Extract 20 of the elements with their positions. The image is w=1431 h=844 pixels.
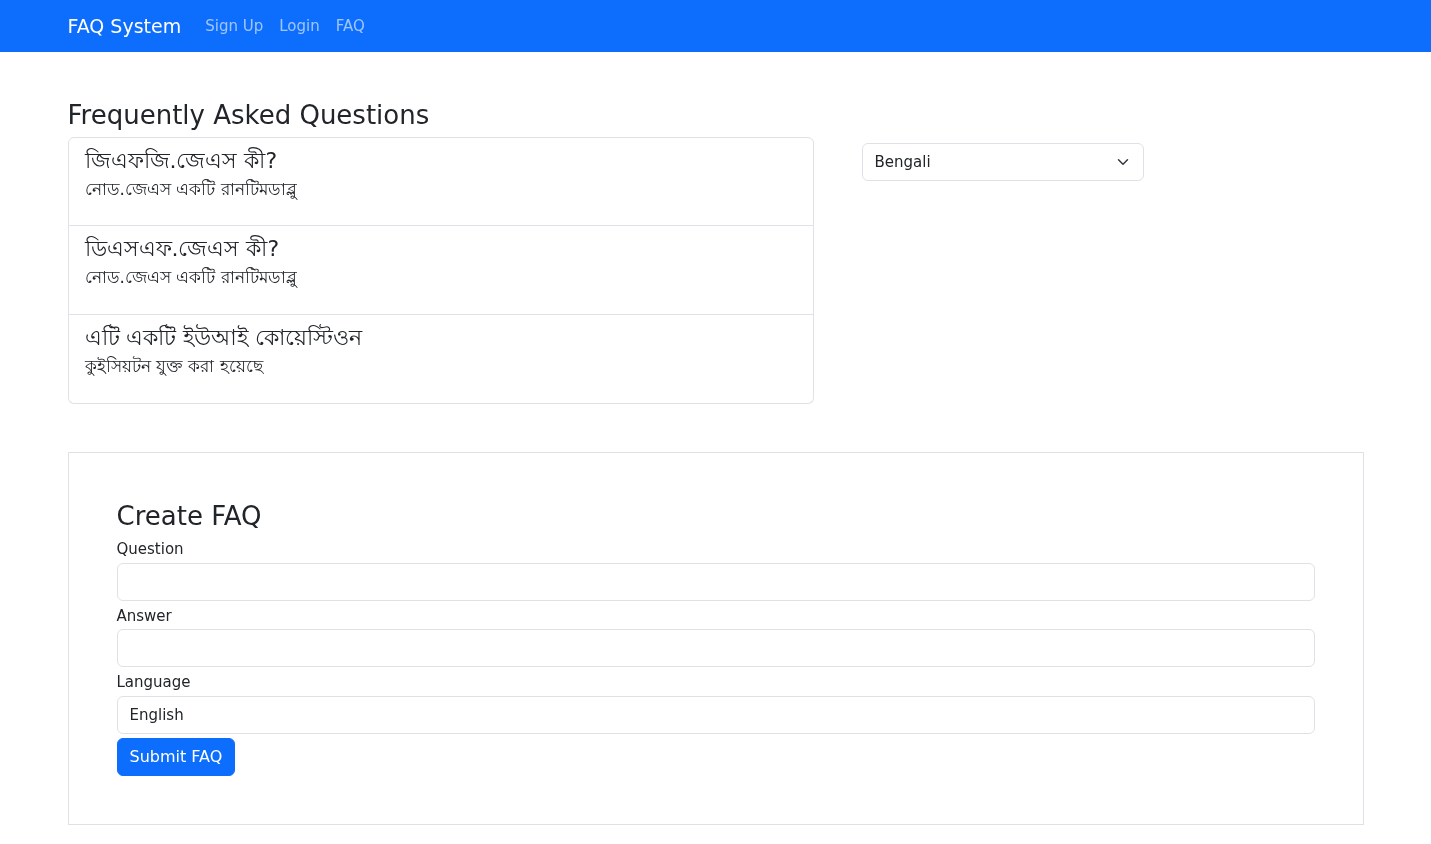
field-label: Question [116,539,185,561]
faq-question: এটি একটি ইউআই কোয়েস্টিওন [84,323,364,353]
faq-question: জিএফজি.জেএস কী? [84,146,279,176]
section-title: Frequently Asked Questions [67,100,431,132]
faq-answer: নোড.জেএস একটি রানটিমডাব্লু [84,178,299,202]
faq-question: ডিএসএফ.জেএস কী? [84,234,281,264]
form-title: Create FAQ [116,501,263,533]
input-field[interactable] [116,562,1315,601]
language-select[interactable]: Bengali [861,143,1144,182]
faq-answer: নোড.জেএস একটি রানটিমডাব্লু [84,266,299,290]
nav-link[interactable]: FAQ [335,14,365,38]
field-label: Language [116,672,192,694]
nav-link[interactable]: Login [279,14,320,38]
faq-answer: কুইসিয়টন যুক্ত করা হয়েছে [84,355,265,379]
input-field[interactable] [116,629,1315,668]
field-label: Answer [116,605,173,627]
brand-link[interactable]: FAQ System [67,11,182,41]
nav-link[interactable]: Sign Up [205,14,264,38]
input-field[interactable]: English [116,695,1315,734]
submit-button[interactable]: Submit FAQ [116,737,236,776]
